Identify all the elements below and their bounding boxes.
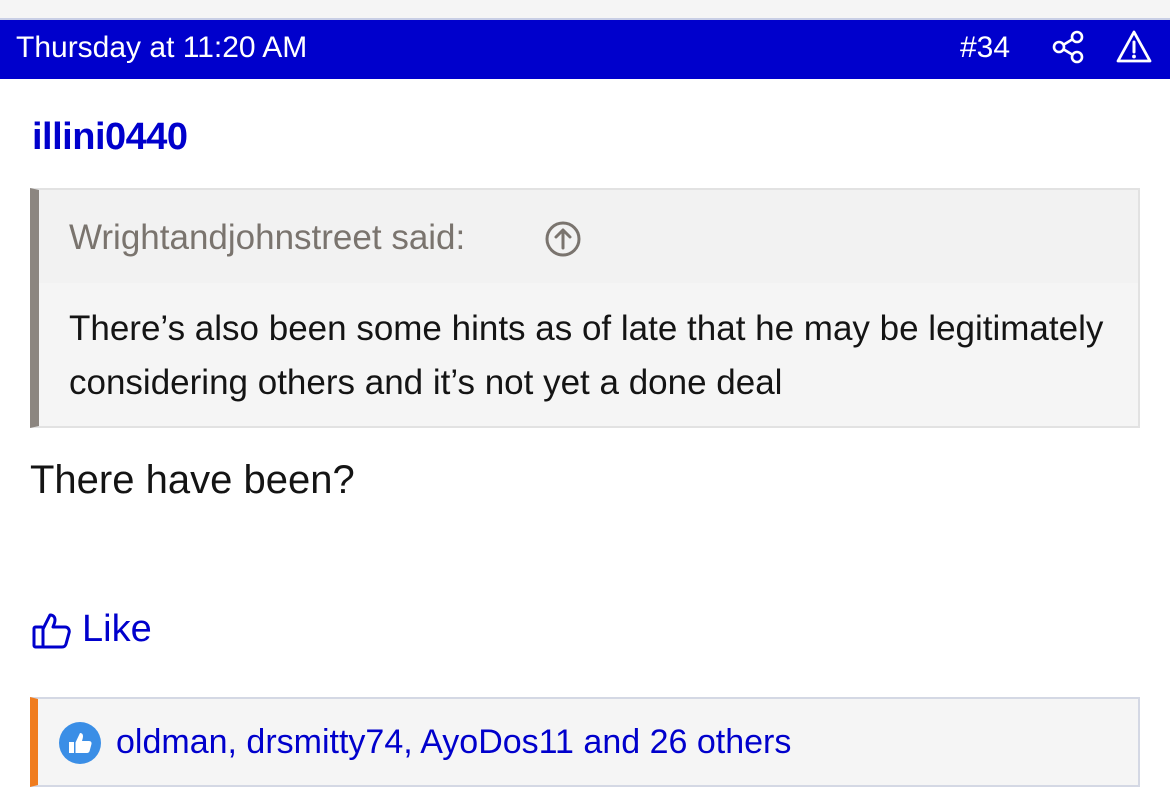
post-author[interactable]: illini0440 <box>32 116 188 159</box>
post-body: There have been? <box>30 458 355 502</box>
thumbs-up-badge-icon <box>58 721 102 765</box>
thumbs-up-outline-icon <box>32 610 72 650</box>
quote-attribution[interactable]: Wrightandjohnstreet said: <box>69 218 465 258</box>
share-icon[interactable] <box>1050 29 1086 65</box>
like-label[interactable]: Like <box>82 608 152 651</box>
post-number-link[interactable]: #34 <box>960 29 1010 67</box>
post-date[interactable]: Thursday at 11:20 AM <box>16 29 307 67</box>
arrow-up-circle-icon[interactable] <box>544 220 582 258</box>
quote-header: Wrightandjohnstreet said: <box>39 190 1138 283</box>
top-strip <box>0 0 1170 18</box>
reactions-bar: oldman, drsmitty74, AyoDos11 and 26 othe… <box>30 697 1140 787</box>
quote-block: Wrightandjohnstreet said: There’s also b… <box>30 188 1140 428</box>
reaction-users-link[interactable]: oldman, drsmitty74, AyoDos11 and 26 othe… <box>116 723 791 762</box>
quote-text: There’s also been some hints as of late … <box>69 309 1104 402</box>
post-header: Thursday at 11:20 AM #34 <box>0 18 1170 79</box>
warning-triangle-icon[interactable] <box>1116 29 1152 65</box>
